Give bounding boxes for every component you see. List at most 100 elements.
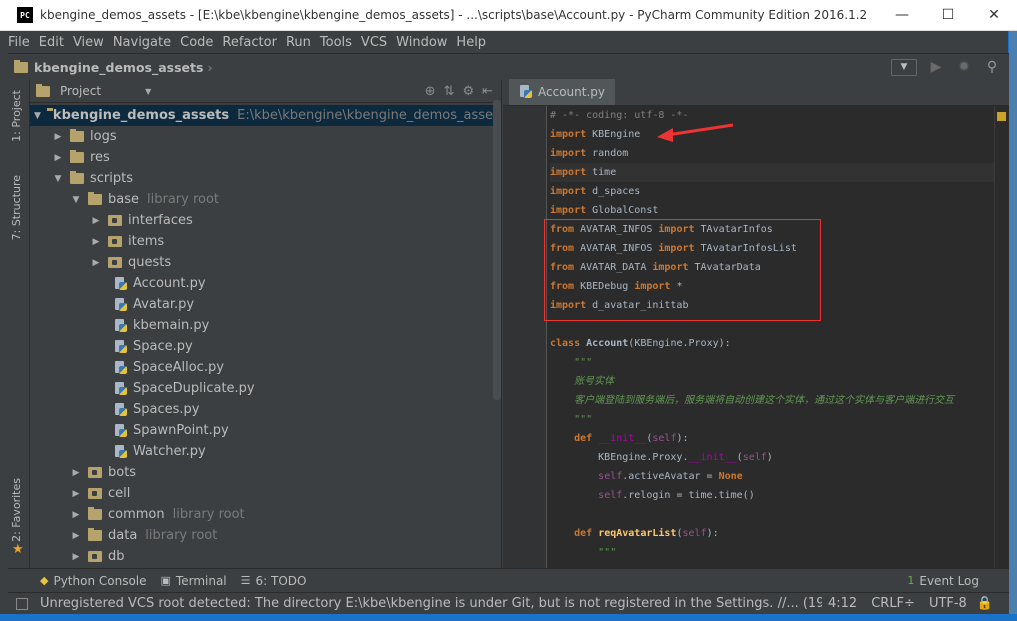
tree-item-common[interactable]: ▶ common library root [30, 504, 496, 525]
menu-tools[interactable]: Tools [320, 35, 352, 50]
line-separator[interactable]: CRLF÷ [871, 596, 915, 611]
collapse-all-icon[interactable]: ⇅ [444, 84, 455, 99]
settings-icon[interactable]: ⚙ [462, 84, 474, 99]
menu-vcs[interactable]: VCS [361, 35, 387, 50]
expand-icon[interactable]: ▼ [52, 174, 64, 184]
expand-icon[interactable]: ▼ [70, 195, 82, 205]
python-file-icon [114, 339, 128, 354]
lock-icon[interactable]: 🔒 [977, 596, 993, 611]
tree-item-quests[interactable]: ▶ quests [30, 252, 496, 273]
tree-item-items[interactable]: ▶ items [30, 231, 496, 252]
tree-file-spaceduplicate[interactable]: SpaceDuplicate.py [30, 378, 496, 399]
file-encoding[interactable]: UTF-8 [929, 596, 967, 611]
tab-structure[interactable]: 7: Structure [10, 175, 23, 240]
expand-icon[interactable]: ▼ [34, 111, 41, 121]
tree-root[interactable]: ▼ kbengine_demos_assets E:\kbe\kbengine\… [30, 105, 501, 126]
collapse-icon[interactable]: ▶ [70, 489, 82, 499]
menu-window[interactable]: Window [396, 35, 447, 50]
tab-account-py[interactable]: Account.py [509, 79, 615, 105]
tab-terminal[interactable]: ▣ Terminal [161, 574, 227, 588]
project-view-selector[interactable]: Project [60, 84, 101, 98]
tree-item-bots[interactable]: ▶ bots [30, 462, 496, 483]
search-icon[interactable]: ⚲ [981, 59, 1003, 75]
tree-item-scripts[interactable]: ▼ scripts [30, 168, 496, 189]
menu-navigate[interactable]: Navigate [113, 35, 171, 50]
menu-help[interactable]: Help [456, 35, 486, 50]
tab-todo[interactable]: ☰ 6: TODO [241, 574, 307, 588]
python-file-icon [114, 360, 128, 375]
python-file-icon [114, 444, 128, 459]
code-line: import GlobalConst [550, 205, 659, 216]
package-icon [88, 467, 102, 478]
collapse-icon[interactable]: ▶ [70, 468, 82, 478]
package-icon [108, 215, 122, 226]
maximize-button[interactable]: ☐ [925, 0, 971, 31]
tree-file-avatar[interactable]: Avatar.py [30, 294, 496, 315]
menu-bar: File Edit View Navigate Code Refactor Ru… [0, 31, 1017, 53]
tree-file-spaces[interactable]: Spaces.py [30, 399, 496, 420]
tab-project[interactable]: 1: Project [10, 90, 23, 142]
tree-item-interfaces[interactable]: ▶ interfaces [30, 210, 496, 231]
code-line: 客户端登陆到服务端后，服务端将自动创建这个实体，通过这个实体与客户端进行交互 [550, 395, 955, 406]
breadcrumb[interactable]: kbengine_demos_assets › [14, 59, 213, 75]
tree-file-space[interactable]: Space.py [30, 336, 496, 357]
editor-gutter[interactable] [503, 106, 547, 568]
tab-python-console[interactable]: ◆ Python Console [40, 574, 147, 588]
package-icon [88, 551, 102, 562]
code-line: import time [550, 163, 994, 182]
run-config-dropdown[interactable]: ▼ [891, 58, 917, 76]
hide-icon[interactable]: ⇤ [482, 84, 493, 99]
code-line: import d_spaces [550, 186, 641, 197]
minimize-button[interactable]: — [879, 0, 925, 31]
menu-view[interactable]: View [73, 35, 104, 50]
tree-file-spawnpoint[interactable]: SpawnPoint.py [30, 420, 496, 441]
tab-event-log[interactable]: 1 Event Log [907, 574, 979, 588]
tree-file-watcher[interactable]: Watcher.py [30, 441, 496, 462]
code-line: self.relogin = time.time() [598, 490, 755, 501]
project-scrollbar[interactable] [493, 100, 501, 400]
code-line: from AVATAR_INFOS import TAvatarInfos [550, 224, 773, 235]
collapse-icon[interactable]: ▶ [90, 216, 102, 226]
chevron-down-icon[interactable]: ▼ [145, 87, 151, 96]
tree-item-db[interactable]: ▶ db [30, 546, 496, 567]
tree-item-base[interactable]: ▼ base library root [30, 189, 496, 210]
tree-item-logs[interactable]: ▶ logs [30, 126, 496, 147]
code-area[interactable]: # -*- coding: utf-8 -*- import KBEngine … [550, 106, 994, 568]
collapse-icon[interactable]: ▶ [70, 510, 82, 520]
collapse-icon[interactable]: ▶ [70, 552, 82, 562]
tree-file-account[interactable]: Account.py [30, 273, 496, 294]
warning-indicator-icon[interactable] [997, 112, 1006, 121]
collapse-icon[interactable]: ▶ [90, 237, 102, 247]
code-line: class Account(KBEngine.Proxy): [550, 338, 731, 349]
tree-file-kbemain[interactable]: kbemain.py [30, 315, 496, 336]
menu-code[interactable]: Code [180, 35, 213, 50]
run-icon[interactable]: ▶ [925, 59, 947, 75]
code-line: from AVATAR_INFOS import TAvatarInfosLis… [550, 243, 797, 254]
tree-file-spacealloc[interactable]: SpaceAlloc.py [30, 357, 496, 378]
code-line: """ [550, 547, 617, 558]
folder-icon [70, 171, 84, 184]
code-line: def __init__(self): [574, 433, 689, 444]
collapse-icon[interactable]: ▶ [52, 153, 64, 163]
status-toggle-icon[interactable] [16, 597, 28, 610]
tab-favorites[interactable]: 2: Favorites [10, 478, 23, 542]
menu-refactor[interactable]: Refactor [222, 35, 277, 50]
collapse-icon[interactable]: ▶ [52, 132, 64, 142]
status-message[interactable]: Unregistered VCS root detected: The dire… [40, 596, 822, 611]
menu-edit[interactable]: Edit [39, 35, 64, 50]
debug-icon[interactable]: ✹ [953, 59, 975, 75]
caret-position[interactable]: 4:12 [828, 596, 857, 611]
tree-item-data[interactable]: ▶ data library root [30, 525, 496, 546]
close-button[interactable]: ✕ [971, 0, 1017, 31]
title-bar: PC kbengine_demos_assets - [E:\kbe\kbeng… [0, 0, 1017, 31]
collapse-icon[interactable]: ▶ [70, 531, 82, 541]
folder-icon [70, 129, 84, 142]
menu-file[interactable]: File [8, 35, 30, 50]
scroll-from-source-icon[interactable]: ⊕ [425, 84, 436, 99]
pycharm-logo-icon: PC [17, 7, 33, 23]
tree-item-res[interactable]: ▶ res [30, 147, 496, 168]
tree-item-cell[interactable]: ▶ cell [30, 483, 496, 504]
error-stripe[interactable] [994, 106, 1009, 568]
menu-run[interactable]: Run [286, 35, 311, 50]
collapse-icon[interactable]: ▶ [90, 258, 102, 268]
